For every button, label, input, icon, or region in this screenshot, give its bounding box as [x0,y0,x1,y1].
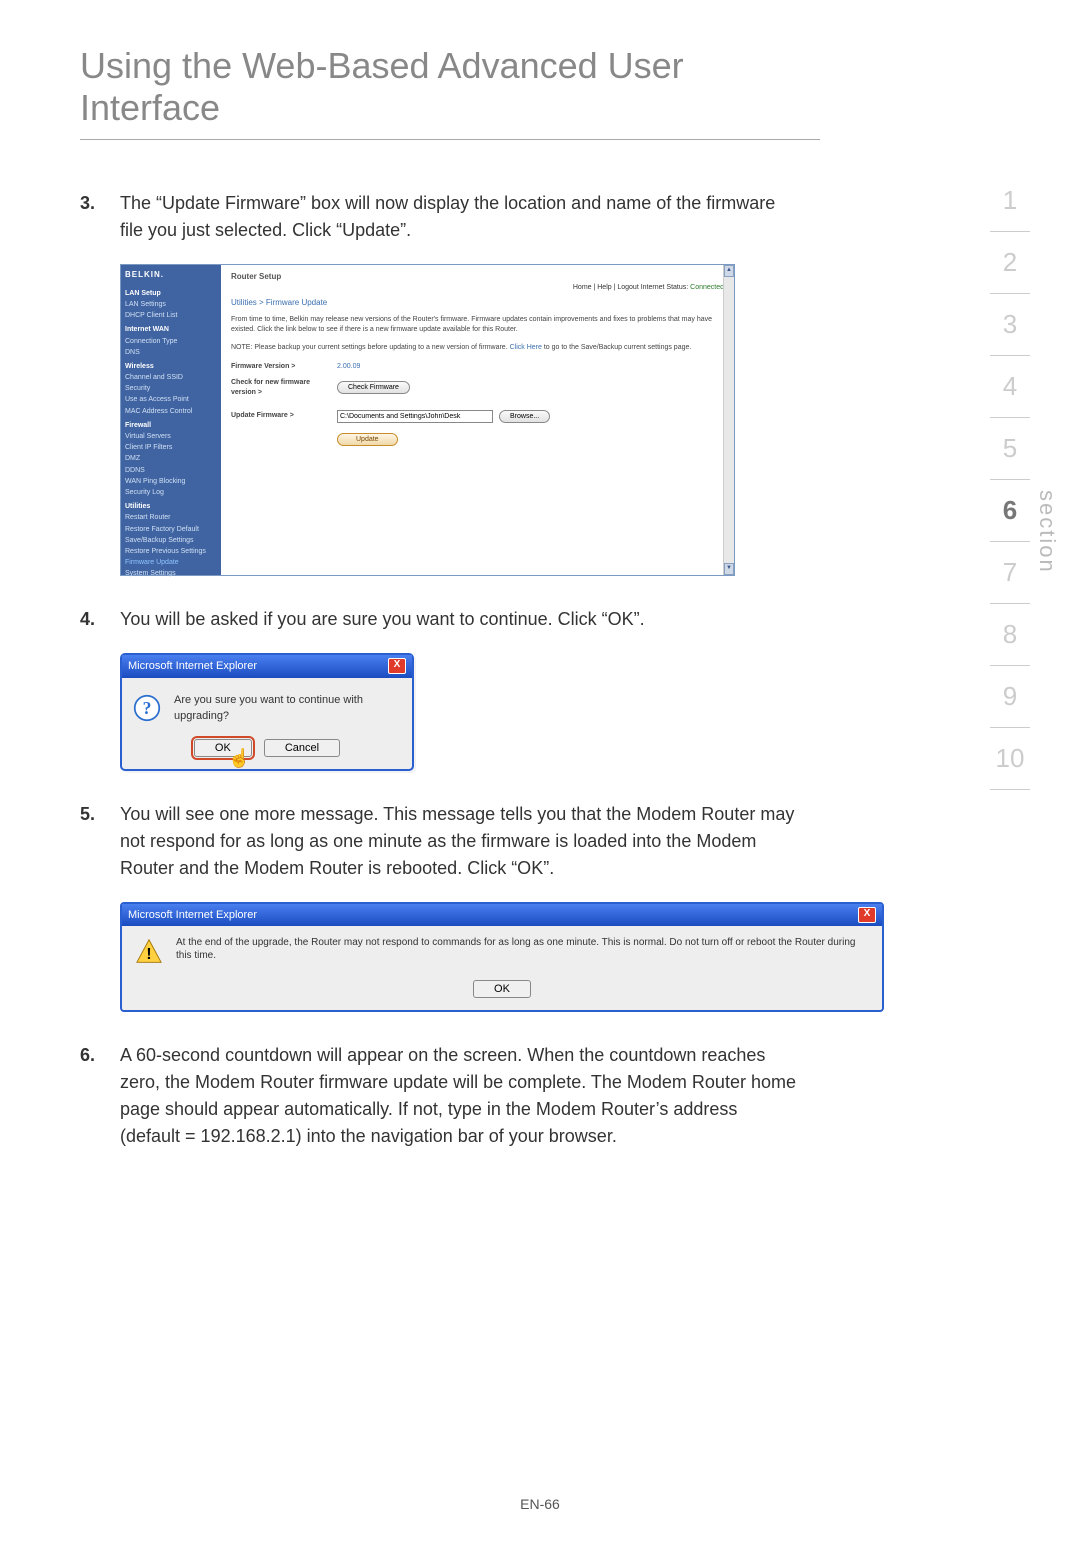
scrollbar[interactable]: ▲ ▼ [723,265,734,575]
firmware-description: From time to time, Belkin may release ne… [231,315,724,335]
internet-status-value: Connected [690,284,724,291]
section-nav-4[interactable]: 4 [990,356,1030,418]
sidebar-item[interactable]: DHCP Client List [125,310,217,321]
step-6-number: 6. [80,1042,120,1150]
breadcrumb: Utilities > Firmware Update [231,297,724,309]
sidebar-item[interactable]: Security [125,383,217,394]
step-4-text: You will be asked if you are sure you wa… [120,606,800,633]
sidebar-category: Wireless [125,361,217,372]
firmware-backup-note: NOTE: Please backup your current setting… [231,343,724,353]
warning-icon: ! [134,936,164,966]
close-icon[interactable]: X [858,907,876,923]
dialog-titlebar[interactable]: Microsoft Internet Explorer X [122,904,882,927]
sidebar-category: Utilities [125,501,217,512]
sidebar-category: LAN Setup [125,288,217,299]
sidebar-item[interactable]: Restart Router [125,512,217,523]
sidebar-item[interactable]: Channel and SSID [125,372,217,383]
upgrade-warning-dialog: Microsoft Internet Explorer X ! At the e… [120,902,884,1013]
step-5-text: You will see one more message. This mess… [120,801,800,882]
section-nav-8[interactable]: 8 [990,604,1030,666]
sidebar-category: Internet WAN [125,324,217,335]
sidebar-item[interactable]: Firmware Update [125,557,217,568]
backup-settings-link[interactable]: Click Here [510,344,542,351]
step-3-number: 3. [80,190,120,244]
update-button[interactable]: Update [337,433,398,446]
firmware-version-value: 2.00.09 [337,362,360,372]
confirm-msg: Are you sure you want to continue with u… [174,692,402,725]
cursor-hand-icon: ☝ [228,745,250,772]
sidebar-item[interactable]: LAN Settings [125,299,217,310]
section-nav-9[interactable]: 9 [990,666,1030,728]
sidebar-item[interactable]: Security Log [125,487,217,498]
step-4-number: 4. [80,606,120,633]
router-sidebar: BELKIN. LAN SetupLAN SettingsDHCP Client… [121,265,221,575]
firmware-file-input[interactable] [337,410,493,423]
sidebar-item[interactable]: DDNS [125,465,217,476]
sidebar-item[interactable]: Restore Previous Settings [125,546,217,557]
close-icon[interactable]: X [388,658,406,674]
scroll-down-arrow[interactable]: ▼ [724,563,734,575]
sidebar-item[interactable]: Virtual Servers [125,431,217,442]
section-nav-6[interactable]: 6 [990,480,1030,542]
question-icon: ? [132,693,162,723]
sidebar-item[interactable]: Save/Backup Settings [125,535,217,546]
ok-button[interactable]: OK [473,980,531,998]
router-main-pane: Router Setup Home | Help | Logout Intern… [221,265,734,575]
sidebar-category: Firewall [125,420,217,431]
dialog-title: Microsoft Internet Explorer [128,907,257,924]
update-firmware-label: Update Firmware > [231,411,331,421]
sidebar-item[interactable]: Client IP Filters [125,442,217,453]
belkin-logo: BELKIN. [125,269,217,282]
check-firmware-button[interactable]: Check Firmware [337,381,410,394]
warning-msg: At the end of the upgrade, the Router ma… [176,936,870,962]
section-nav-10[interactable]: 10 [990,728,1030,790]
sidebar-item[interactable]: MAC Address Control [125,406,217,417]
svg-text:!: ! [146,946,151,963]
dialog-titlebar[interactable]: Microsoft Internet Explorer X [122,655,412,678]
router-status-bar: Home | Help | Logout Internet Status: Co… [573,283,724,294]
sidebar-item[interactable]: WAN Ping Blocking [125,476,217,487]
confirm-upgrade-dialog: Microsoft Internet Explorer X ? Are you … [120,653,414,771]
section-nav-1[interactable]: 1 [990,170,1030,232]
section-nav-7[interactable]: 7 [990,542,1030,604]
step-6-text: A 60-second countdown will appear on the… [120,1042,800,1150]
sidebar-item[interactable]: Restore Factory Default [125,524,217,535]
svg-text:?: ? [143,698,152,718]
firmware-version-label: Firmware Version > [231,362,331,372]
section-label: section [1034,490,1060,574]
section-nav-5[interactable]: 5 [990,418,1030,480]
sidebar-item[interactable]: System Settings [125,568,217,579]
scroll-up-arrow[interactable]: ▲ [724,265,734,277]
page-title: Using the Web-Based Advanced User Interf… [80,45,820,140]
step-5-number: 5. [80,801,120,882]
page-number: EN-66 [0,1496,1080,1512]
sidebar-item[interactable]: DNS [125,347,217,358]
sidebar-item[interactable]: DMZ [125,453,217,464]
dialog-title: Microsoft Internet Explorer [128,658,257,675]
router-setup-title: Router Setup [231,271,724,283]
step-3-text: The “Update Firmware” box will now displ… [120,190,800,244]
browse-button[interactable]: Browse... [499,410,550,423]
section-nav-2[interactable]: 2 [990,232,1030,294]
section-nav-3[interactable]: 3 [990,294,1030,356]
section-nav: 12345678910 [990,170,1030,790]
status-prefix: Home | Help | Logout Internet Status: [573,284,688,291]
sidebar-item[interactable]: Connection Type [125,336,217,347]
sidebar-item[interactable]: Use as Access Point [125,394,217,405]
cancel-button[interactable]: Cancel [264,739,340,757]
router-setup-screenshot: BELKIN. LAN SetupLAN SettingsDHCP Client… [120,264,735,576]
check-firmware-label: Check for new firmware version > [231,378,331,398]
